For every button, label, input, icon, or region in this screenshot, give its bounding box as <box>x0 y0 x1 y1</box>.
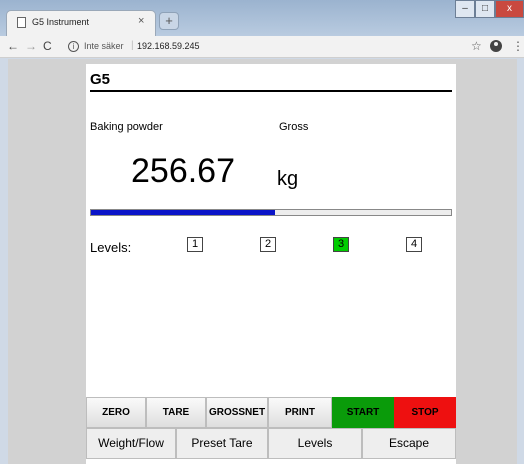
close-window-button[interactable]: x <box>495 0 524 18</box>
preset-tare-button[interactable]: Preset Tare <box>176 428 268 459</box>
address-separator: | <box>131 40 134 51</box>
levels-label: Levels: <box>90 240 132 255</box>
escape-button[interactable]: Escape <box>362 428 456 459</box>
bookmark-star-icon[interactable]: ☆ <box>471 39 482 53</box>
maximize-button[interactable]: □ <box>475 0 495 18</box>
info-icon[interactable]: i <box>68 41 79 52</box>
levels-button[interactable]: Levels <box>268 428 362 459</box>
tare-button[interactable]: TARE <box>146 397 206 428</box>
grossnet-button[interactable]: GROSSNET <box>206 397 268 428</box>
weight-value: 256.67 <box>131 152 235 190</box>
menu-icon[interactable]: ⋮ <box>512 39 524 53</box>
weighing-mode: Gross <box>279 121 309 133</box>
page-icon <box>17 17 26 28</box>
minimize-button[interactable]: – <box>455 0 475 18</box>
level-indicator-4: 4 <box>406 237 422 252</box>
function-button-row: Weight/Flow Preset Tare Levels Escape <box>86 428 456 459</box>
browser-tabstrip: G5 Instrument × + – □ x <box>0 0 524 36</box>
page-title: G5 <box>90 71 111 88</box>
stop-button[interactable]: STOP <box>394 397 456 428</box>
progress-bar-fill <box>91 210 275 215</box>
product-name: Baking powder <box>90 121 163 133</box>
level-indicator-1: 1 <box>187 237 203 252</box>
weight-unit: kg <box>277 168 299 190</box>
level-indicator-2: 2 <box>260 237 276 252</box>
close-tab-icon[interactable]: × <box>138 15 144 27</box>
print-button[interactable]: PRINT <box>268 397 332 428</box>
browser-toolbar: ← → C i Inte säker | 192.168.59.245 ☆ ⋮ <box>0 36 524 58</box>
forward-icon[interactable]: → <box>25 39 37 53</box>
profile-icon[interactable] <box>490 40 502 52</box>
command-button-row: ZERO TARE GROSSNET PRINT START STOP <box>86 397 456 428</box>
reload-icon[interactable]: C <box>43 39 52 53</box>
progress-bar <box>90 209 452 216</box>
instrument-panel: G5 Baking powder Gross 256.67 kg Levels:… <box>86 64 456 464</box>
level-indicator-3: 3 <box>333 237 349 252</box>
zero-button[interactable]: ZERO <box>86 397 146 428</box>
address-url[interactable]: 192.168.59.245 <box>137 41 200 51</box>
security-label[interactable]: Inte säker <box>84 41 124 51</box>
tab-title: G5 Instrument <box>32 17 90 27</box>
title-divider <box>90 90 452 92</box>
browser-tab[interactable]: G5 Instrument × <box>6 10 156 36</box>
window-controls: – □ x <box>455 0 524 20</box>
new-tab-button[interactable]: + <box>159 12 179 30</box>
start-button[interactable]: START <box>332 397 394 428</box>
weight-flow-button[interactable]: Weight/Flow <box>86 428 176 459</box>
back-icon[interactable]: ← <box>7 39 19 53</box>
